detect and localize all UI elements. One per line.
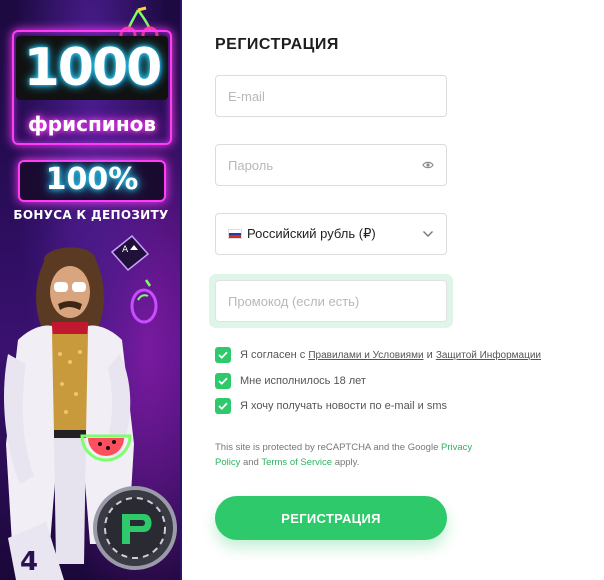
recaptcha-suffix: apply. [332,457,360,468]
age-checkbox-row[interactable]: Мне исполнилось 18 лет [215,373,366,389]
password-field[interactable] [215,144,447,186]
age-text: Мне исполнилось 18 лет [240,375,366,387]
currency-selected: Российский рубль (₽) [228,226,376,242]
rules-link[interactable]: Правилами и Условиями [308,350,423,361]
news-checkbox[interactable] [215,398,231,414]
bonus-label: БОНУСА К ДЕПОЗИТУ [13,208,169,222]
terms-of-service-link[interactable]: Terms of Service [261,457,332,468]
news-checkbox-row[interactable]: Я хочу получать новости по e-mail и sms [215,398,447,414]
news-text: Я хочу получать новости по e-mail и sms [240,400,447,412]
casino-chip-logo [93,486,177,570]
svg-text:4: 4 [20,547,38,577]
bonus-percent: 100% [45,162,139,197]
recaptcha-notice: This site is protected by reCAPTCHA and … [215,440,475,470]
eye-icon[interactable] [422,160,434,170]
currency-label: Российский рубль (₽) [247,226,376,241]
currency-select[interactable]: Российский рубль (₽) [215,213,447,255]
age-checkbox[interactable] [215,373,231,389]
free-spins-label: фриспинов [27,112,157,136]
banner-edge [180,0,182,580]
email-input[interactable] [228,88,434,104]
recaptcha-text: This site is protected by reCAPTCHA and … [215,442,441,453]
promo-banner: 1000 фриспинов 100% БОНУСА К ДЕПОЗИТУ A [0,0,182,580]
password-input[interactable] [228,157,422,173]
registration-form: РЕГИСТРАЦИЯ Российский рубль (₽) Я согла… [209,0,595,580]
checkmark-icon [218,402,228,410]
watermelon-icon [80,434,132,462]
terms-text: Я согласен с Правилами и Условиями и Защ… [240,349,541,361]
terms-middle: и [423,349,436,361]
terms-prefix: Я согласен с [240,349,309,361]
register-button[interactable]: РЕГИСТРАЦИЯ [215,496,447,540]
recaptcha-and: and [240,457,262,468]
russia-flag-icon [228,229,242,239]
checkmark-icon [218,351,228,359]
promo-code-field[interactable] [215,280,447,322]
promo-code-input[interactable] [228,293,434,309]
terms-checkbox[interactable] [215,347,231,363]
checkmark-icon [218,377,228,385]
free-spins-count: 1000 [16,36,168,100]
page-title: РЕГИСТРАЦИЯ [215,36,339,53]
terms-checkbox-row[interactable]: Я согласен с Правилами и Условиями и Защ… [215,347,541,363]
card-corner-icon: 4 [8,522,64,580]
chevron-down-icon[interactable] [422,230,434,238]
email-field[interactable] [215,75,447,117]
privacy-protection-link[interactable]: Защитой Информации [436,350,541,361]
